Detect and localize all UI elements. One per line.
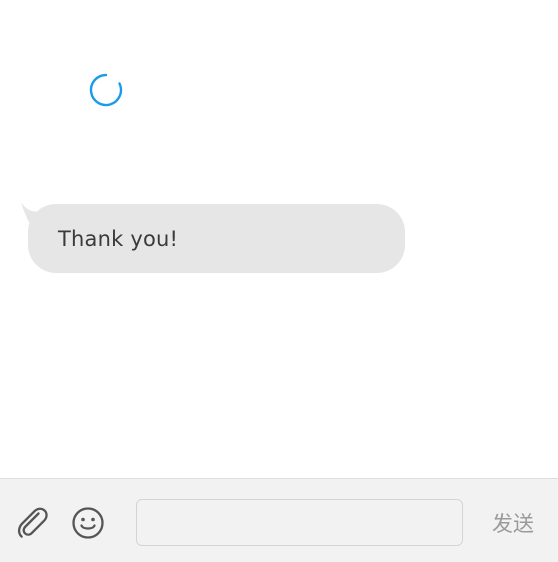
message-item: Thank you! — [20, 200, 410, 276]
message-list[interactable]: Thank you! — [0, 0, 558, 478]
composer-bar: 发送 — [0, 478, 558, 562]
send-button[interactable]: 发送 — [480, 505, 546, 541]
message-text: Thank you! — [58, 226, 179, 251]
emoji-button[interactable] — [68, 503, 108, 543]
message-bubble[interactable]: Thank you! — [28, 204, 405, 273]
loading-spinner-icon — [89, 73, 123, 107]
paperclip-icon — [17, 507, 48, 538]
chat-screen: Thank you! 发送 — [0, 0, 558, 562]
attach-button[interactable] — [13, 502, 53, 542]
smiley-icon — [72, 507, 104, 539]
message-input[interactable] — [136, 499, 463, 546]
